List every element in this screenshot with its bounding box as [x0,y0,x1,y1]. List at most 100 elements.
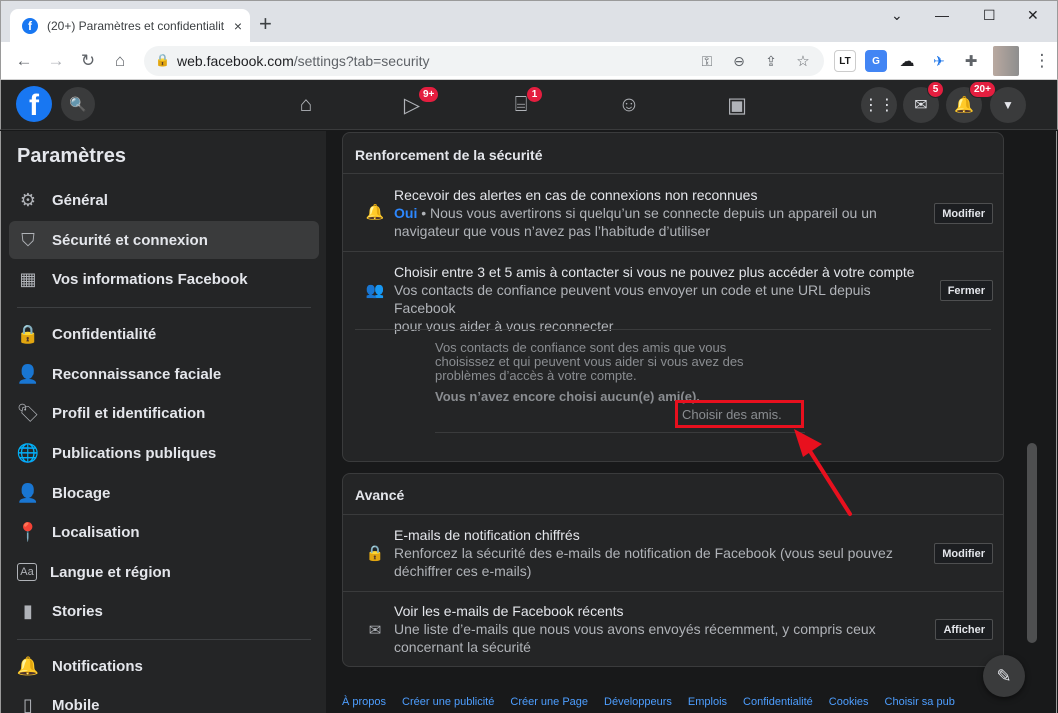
sidebar-item-label: Publications publiques [52,444,217,462]
share-icon[interactable]: ⇪ [760,50,782,72]
login-alerts-title: Recevoir des alertes en cas de connexion… [394,187,758,203]
chrome-menu-icon[interactable]: ⋮ [1031,50,1053,72]
padlock-icon[interactable]: 🔒 [155,53,170,67]
encrypted-emails-row[interactable]: 🔒 E-mails de notification chiffrés Renfo… [343,514,1003,591]
footer-link-cookies[interactable]: Cookies [829,696,869,708]
sidebar-item-mobile[interactable]: ▯ Mobile [9,686,319,713]
extensions-puzzle-icon[interactable]: ✚ [960,50,982,72]
settings-main: Renforcement de la sécurité 🔔 Recevoir d… [326,131,1021,713]
recent-emails-row[interactable]: ✉ Voir les e-mails de Facebook récents U… [343,591,1003,667]
recent-desc-line2: concernant la sécurité [394,639,531,655]
menu-grid-button[interactable]: ⋮⋮ [861,87,897,123]
sidebar-item-blocking[interactable]: 👤 Blocage [9,474,319,512]
trusted-info: Vos contacts de confiance sont des amis … [435,341,765,383]
minimize-button[interactable]: — [935,7,949,23]
bookmark-star-icon[interactable]: ☆ [792,50,814,72]
sidebar-item-label: Notifications [52,657,143,675]
url-path: /settings?tab=security [293,53,430,69]
page-scrollbar-thumb[interactable] [1027,443,1037,643]
trusted-close-button[interactable]: Fermer [939,280,993,301]
encrypted-title: E-mails de notification chiffrés [394,527,580,543]
globe-icon: 🌐 [16,442,40,463]
tab-search-chevron-icon[interactable]: ⌄ [891,7,903,24]
sidebar-title: Paramètres [17,145,126,167]
gaming-nav-icon[interactable]: ▣ [723,92,751,118]
rocket-extension-icon[interactable]: ✈ [928,50,950,72]
languagetool-extension-icon[interactable]: LT [834,50,856,72]
sidebar-item-privacy[interactable]: 🔒 Confidentialité [9,315,319,353]
sidebar-item-general[interactable]: ⚙ Général [9,181,319,219]
sidebar-item-stories[interactable]: ▮ Stories [9,592,319,630]
encrypted-desc: Renforcez la sécurité des e-mails de not… [394,544,934,580]
trusted-title: Choisir entre 3 et 5 amis à contacter si… [394,264,915,280]
account-dropdown-button[interactable]: ▼ [990,87,1026,123]
stories-icon: ▮ [23,600,33,621]
sidebar-item-security[interactable]: ⛉ Sécurité et connexion [9,221,319,259]
sidebar-item-profile-tagging[interactable]: 🏷 Profil et identification [9,394,319,432]
encrypted-desc-line2: déchiffrer ces e-mails) [394,563,532,579]
mobile-icon: ▯ [23,694,33,713]
recent-title: Voir les e-mails de Facebook récents [394,603,624,619]
tab-close-icon[interactable]: × [234,18,242,34]
bell-icon: 🔔 [16,655,40,676]
profile-avatar[interactable] [993,46,1019,76]
sidebar-item-language[interactable]: Aa Langue et région [9,553,319,591]
footer-link-about[interactable]: À propos [342,696,386,708]
new-tab-button[interactable]: + [259,13,272,35]
browser-tab-strip: f (20+) Paramètres et confidentialit × +… [0,0,1058,43]
translate-extension-icon[interactable]: G [865,50,887,72]
sidebar-item-your-information[interactable]: ▦ Vos informations Facebook [9,260,319,298]
facebook-favicon-icon: f [22,18,38,34]
footer-link-ad-choices[interactable]: Choisir sa pub [885,696,955,708]
close-window-button[interactable]: ✕ [1027,7,1039,24]
search-icon[interactable]: 🔍 [61,87,95,121]
browser-tab[interactable]: f (20+) Paramètres et confidentialit × [10,9,250,43]
sidebar-divider [17,307,311,308]
footer-link-privacy[interactable]: Confidentialité [743,696,813,708]
recent-show-button[interactable]: Afficher [935,619,993,640]
sidebar-item-label: Blocage [52,484,111,502]
footer-link-developers[interactable]: Développeurs [604,696,672,708]
block-user-icon: 👤 [16,482,40,503]
sidebar-item-location[interactable]: 📍 Localisation [9,513,319,551]
home-nav-icon[interactable]: ⌂ [292,92,320,118]
sidebar-item-label: Langue et région [50,563,171,581]
tag-icon: 🏷 [16,402,40,423]
home-icon[interactable]: ⌂ [109,50,131,72]
footer-link-create-ad[interactable]: Créer une publicité [402,696,494,708]
trusted-desc: Vos contacts de confiance peuvent vous e… [394,281,934,335]
new-message-button[interactable]: ✎ [983,655,1025,697]
settings-sidebar: Paramètres ⚙ Général ⛉ Sécurité et conne… [0,131,326,713]
person-icon: 👤 [16,363,40,384]
no-friends-chosen: Vous n’avez encore choisi aucun(e) ami(e… [435,389,700,404]
trusted-contacts-row: 👥 Choisir entre 3 et 5 amis à contacter … [343,251,1003,461]
groups-nav-icon[interactable]: ☺ [615,92,643,118]
lock-icon: 🔒 [365,545,385,562]
reload-icon[interactable]: ↻ [77,50,99,72]
facebook-logo[interactable]: f [16,86,52,122]
key-icon[interactable]: ⚿ [696,50,718,72]
sidebar-item-notifications[interactable]: 🔔 Notifications [9,647,319,685]
choose-friends-divider [435,432,805,433]
trusted-desc-line2: pour vous aider à vous reconnecter [394,318,614,334]
shield-icon: ⛉ [21,229,35,250]
maximize-button[interactable]: ☐ [983,7,996,24]
sidebar-item-label: Stories [52,602,103,620]
zoom-icon[interactable]: ⊖ [728,50,750,72]
footer-link-create-page[interactable]: Créer une Page [510,696,588,708]
address-bar[interactable]: 🔒 web.facebook.com/settings?tab=security… [144,46,824,76]
sidebar-item-label: Sécurité et connexion [52,231,208,249]
sidebar-item-face-recognition[interactable]: 👤 Reconnaissance faciale [9,355,319,393]
forward-arrow-icon[interactable]: → [45,50,67,72]
browser-tab-title: (20+) Paramètres et confidentialit [47,19,225,33]
cloud-download-extension-icon[interactable]: ☁ [896,50,918,72]
sidebar-item-label: Confidentialité [52,325,157,343]
trusted-desc-line1: Vos contacts de confiance peuvent vous e… [394,282,871,316]
sidebar-item-public-posts[interactable]: 🌐 Publications publiques [9,434,319,472]
encrypted-edit-button[interactable]: Modifier [934,543,993,564]
footer-link-careers[interactable]: Emplois [688,696,727,708]
sidebar-item-label: Localisation [52,523,140,541]
login-alerts-row[interactable]: 🔔 Recevoir des alertes en cas de connexi… [343,173,1003,251]
alerts-edit-button[interactable]: Modifier [934,203,993,224]
back-arrow-icon[interactable]: ← [13,50,35,72]
